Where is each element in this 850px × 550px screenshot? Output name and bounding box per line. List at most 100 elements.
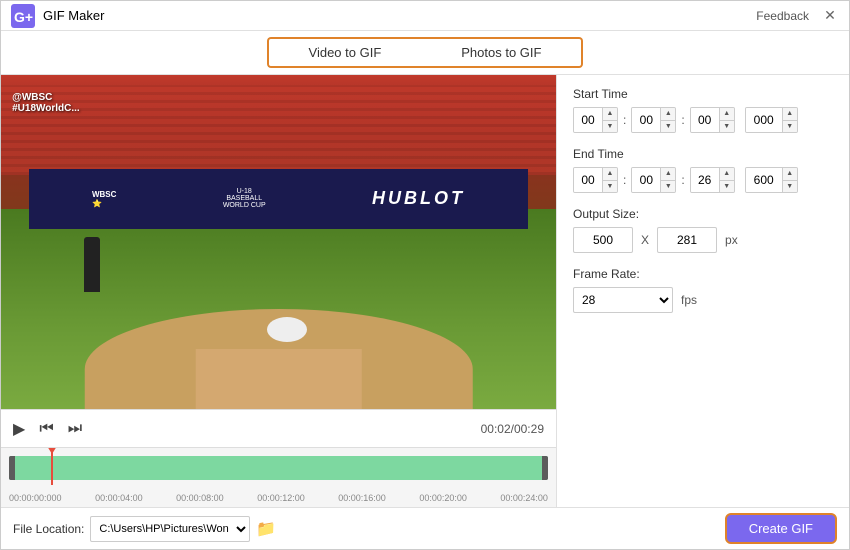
title-bar-left: G+ GIF Maker	[11, 4, 104, 28]
timeline-track[interactable]	[9, 456, 548, 480]
timeline-ruler: 00:00:00:000 00:00:04:00 00:00:08:00 00:…	[9, 493, 548, 503]
end-mm-input[interactable]	[632, 168, 660, 192]
start-time-label: Start Time	[573, 87, 833, 101]
play-button[interactable]: ▶	[13, 419, 25, 439]
start-ms-down[interactable]: ▼	[783, 121, 797, 133]
stands-seats	[1, 85, 556, 175]
start-ss-input[interactable]	[691, 108, 719, 132]
hublot-logo: HUBLOT	[372, 188, 465, 209]
end-ss-up[interactable]: ▲	[720, 168, 734, 181]
end-ms-field[interactable]: ▲ ▼	[745, 167, 798, 193]
start-ss-field[interactable]: ▲ ▼	[690, 107, 735, 133]
end-time-section: End Time ▲ ▼ : ▲ ▼	[573, 147, 833, 193]
start-mm-down[interactable]: ▼	[661, 121, 675, 133]
end-ms-spinners: ▲ ▼	[782, 168, 797, 192]
title-bar: G+ GIF Maker Feedback ✕	[1, 1, 849, 31]
sep2: :	[681, 113, 684, 127]
start-hh-input[interactable]	[574, 108, 602, 132]
end-ss-spinners: ▲ ▼	[719, 168, 734, 192]
play-icon: ▶	[13, 419, 25, 439]
start-ss-down[interactable]: ▼	[720, 121, 734, 133]
file-location-select[interactable]: C:\Users\HP\Pictures\Wondersh	[90, 516, 250, 542]
start-mm-up[interactable]: ▲	[661, 108, 675, 121]
u18-logo: U-18BASEBALLWORLD CUP	[223, 188, 266, 209]
end-hh-field[interactable]: ▲ ▼	[573, 167, 618, 193]
time-display: 00:02/00:29	[481, 422, 544, 436]
player1-silhouette	[84, 237, 100, 292]
end-hh-down[interactable]: ▼	[603, 181, 617, 193]
ruler-mark-5: 00:00:20:00	[419, 493, 467, 503]
end-hh-input[interactable]	[574, 168, 602, 192]
end-time-label: End Time	[573, 147, 833, 161]
framerate-row: 24 28 30 60 fps	[573, 287, 833, 313]
skip-back-button[interactable]: ⏮	[39, 420, 53, 438]
video-player[interactable]: WBSC⭐ U-18BASEBALLWORLD CUP HUBLOT @WBS	[1, 75, 556, 409]
app-logo-icon: G+	[11, 4, 35, 28]
end-ms-down[interactable]: ▼	[783, 181, 797, 193]
end-ms-up[interactable]: ▲	[783, 168, 797, 181]
folder-icon: 📁	[256, 521, 276, 538]
tab-video-to-gif[interactable]: Video to GIF	[267, 37, 422, 68]
home-plate	[195, 349, 362, 409]
timeline-handle-right[interactable]	[542, 456, 548, 480]
ad-banner: WBSC⭐ U-18BASEBALLWORLD CUP HUBLOT	[29, 169, 529, 229]
start-ms-up[interactable]: ▲	[783, 108, 797, 121]
video-background: WBSC⭐ U-18BASEBALLWORLD CUP HUBLOT @WBS	[1, 75, 556, 409]
timeline-container[interactable]: 00:00:00:000 00:00:04:00 00:00:08:00 00:…	[1, 447, 556, 507]
start-mm-input[interactable]	[632, 108, 660, 132]
wbsc-handle: @WBSC	[12, 92, 80, 103]
tab-bar: Video to GIF Photos to GIF	[1, 31, 849, 75]
end-ms-input[interactable]	[746, 168, 782, 192]
skip-forward-button[interactable]: ⏭	[68, 420, 82, 438]
end-hh-up[interactable]: ▲	[603, 168, 617, 181]
end-mm-field[interactable]: ▲ ▼	[631, 167, 676, 193]
hashtag-overlay: @WBSC #U18WorldC...	[12, 92, 80, 114]
end-sep1: :	[623, 173, 626, 187]
fps-label: fps	[681, 293, 697, 307]
end-ss-field[interactable]: ▲ ▼	[690, 167, 735, 193]
svg-text:G+: G+	[14, 9, 33, 25]
timeline-handle-left[interactable]	[9, 456, 15, 480]
output-size-section: Output Size: X px	[573, 207, 833, 253]
output-height-input[interactable]	[657, 227, 717, 253]
ruler-mark-3: 00:00:12:00	[257, 493, 305, 503]
skip-back-icon: ⏮	[39, 420, 53, 438]
feedback-link[interactable]: Feedback	[756, 9, 809, 23]
timeline-playhead[interactable]	[51, 450, 53, 485]
end-mm-spinners: ▲ ▼	[660, 168, 675, 192]
controls-bar: ▶ ⏮ ⏭ 00:02/00:29	[1, 409, 556, 447]
tab-photos-to-gif[interactable]: Photos to GIF	[421, 37, 583, 68]
start-hh-down[interactable]: ▼	[603, 121, 617, 133]
frame-rate-label: Frame Rate:	[573, 267, 833, 281]
sep1: :	[623, 113, 626, 127]
start-hh-up[interactable]: ▲	[603, 108, 617, 121]
ruler-mark-1: 00:00:04:00	[95, 493, 143, 503]
folder-browse-button[interactable]: 📁	[256, 519, 276, 539]
main-content: WBSC⭐ U-18BASEBALLWORLD CUP HUBLOT @WBS	[1, 75, 849, 507]
file-location-row: File Location: C:\Users\HP\Pictures\Wond…	[13, 516, 276, 542]
end-mm-down[interactable]: ▼	[661, 181, 675, 193]
end-mm-up[interactable]: ▲	[661, 168, 675, 181]
create-gif-button[interactable]: Create GIF	[725, 513, 837, 544]
framerate-select[interactable]: 24 28 30 60	[573, 287, 673, 313]
end-ss-input[interactable]	[691, 168, 719, 192]
start-mm-spinners: ▲ ▼	[660, 108, 675, 132]
end-ss-down[interactable]: ▼	[720, 181, 734, 193]
start-mm-field[interactable]: ▲ ▼	[631, 107, 676, 133]
start-hh-field[interactable]: ▲ ▼	[573, 107, 618, 133]
start-time-inputs: ▲ ▼ : ▲ ▼ :	[573, 107, 833, 133]
output-size-label: Output Size:	[573, 207, 833, 221]
start-time-section: Start Time ▲ ▼ : ▲ ▼	[573, 87, 833, 133]
start-ss-up[interactable]: ▲	[720, 108, 734, 121]
start-ms-field[interactable]: ▲ ▼	[745, 107, 798, 133]
close-button[interactable]: ✕	[821, 7, 839, 25]
app-title: GIF Maker	[43, 8, 104, 23]
bottom-bar: File Location: C:\Users\HP\Pictures\Wond…	[1, 507, 849, 549]
start-ms-spinners: ▲ ▼	[782, 108, 797, 132]
frame-rate-section: Frame Rate: 24 28 30 60 fps	[573, 267, 833, 313]
start-hh-spinners: ▲ ▼	[602, 108, 617, 132]
output-width-input[interactable]	[573, 227, 633, 253]
ruler-mark-4: 00:00:16:00	[338, 493, 386, 503]
start-ms-input[interactable]	[746, 108, 782, 132]
ruler-mark-0: 00:00:00:000	[9, 493, 62, 503]
